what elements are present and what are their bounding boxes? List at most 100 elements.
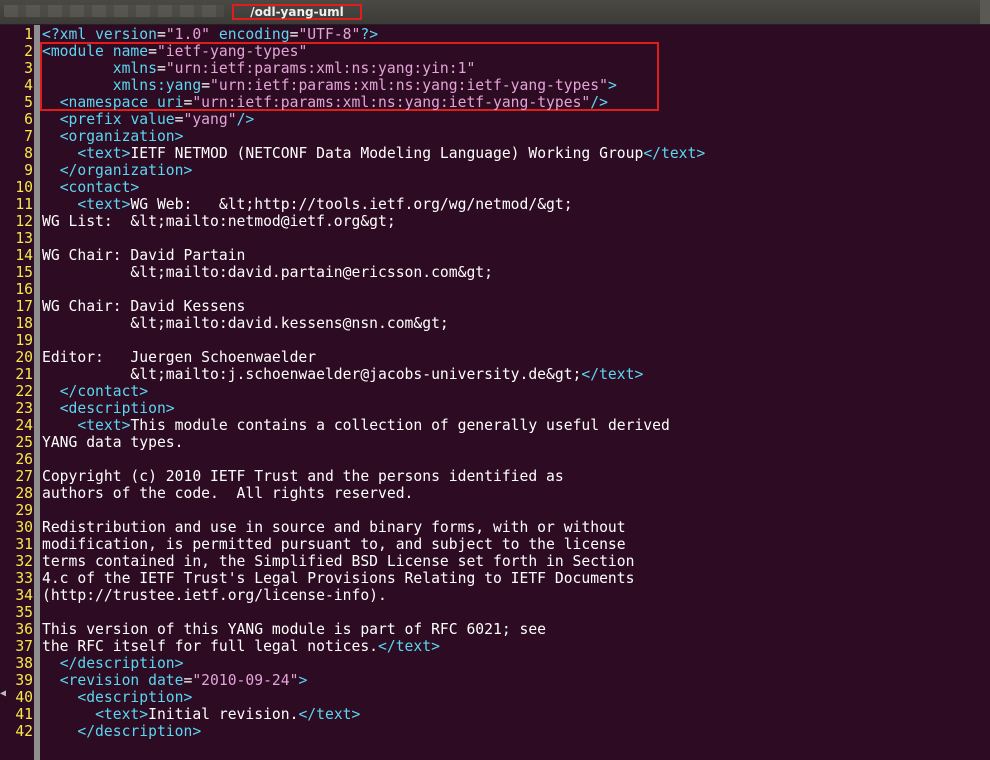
token-txt: This version of this YANG module is part… (42, 621, 547, 638)
token-pi: ?> (360, 26, 379, 43)
code-line[interactable]: 18 &lt;mailto:david.kessens@nsn.com&gt; (0, 315, 990, 332)
code-line[interactable]: 11 <text>WG Web: &lt;http://tools.ietf.o… (0, 196, 990, 213)
code-text: <module name="ietf-yang-types" (42, 43, 307, 60)
code-line[interactable]: 6 <prefix value="yang"/> (0, 111, 990, 128)
code-line[interactable]: 21 &lt;mailto:j.schoenwaelder@jacobs-uni… (0, 366, 990, 383)
code-line[interactable]: 20 Editor: Juergen Schoenwaelder (0, 349, 990, 366)
line-number: 10 (15, 179, 33, 196)
code-text: <description> (42, 400, 175, 417)
token-attr: xmlns (112, 60, 157, 77)
code-text: Editor: Juergen Schoenwaelder (42, 349, 316, 366)
line-number: 23 (15, 400, 33, 417)
line-number: 29 (15, 502, 33, 519)
code-line[interactable]: 5 <namespace uri="urn:ietf:params:xml:ns… (0, 94, 990, 111)
code-line[interactable]: 32 terms contained in, the Simplified BSD… (0, 553, 990, 570)
code-line[interactable]: 40 <description> (0, 689, 990, 706)
token-tag: /> (236, 111, 255, 128)
code-line[interactable]: 36 This version of this YANG module is pa… (0, 621, 990, 638)
code-line[interactable]: 38 </description> (0, 655, 990, 672)
code-text: </organization> (42, 162, 193, 179)
token-txt: &lt;mailto:j.schoenwaelder@jacobs-univer… (42, 366, 582, 383)
token-txt: = (156, 26, 166, 43)
code-line[interactable]: 28 authors of the code. All rights reserv… (0, 485, 990, 502)
code-line[interactable]: 35 (0, 604, 990, 621)
code-line[interactable]: 24 <text>This module contains a collecti… (0, 417, 990, 434)
code-text: WG Chair: David Partain (42, 247, 245, 264)
window-titlebar: /odl-yang-uml (0, 0, 990, 25)
code-line[interactable]: 7 <organization> (0, 128, 990, 145)
code-line[interactable]: 17 WG Chair: David Kessens (0, 298, 990, 315)
line-number: 30 (15, 519, 33, 536)
code-text: Copyright (c) 2010 IETF Trust and the pe… (42, 468, 564, 485)
line-number: 26 (15, 451, 33, 468)
code-line[interactable]: 14 WG Chair: David Partain (0, 247, 990, 264)
token-tag: <prefix (59, 111, 131, 128)
code-line[interactable]: 26 (0, 451, 990, 468)
token-txt: WG List: &lt;mailto:netmod@ietf.org&gt; (42, 213, 396, 230)
token-txt: &lt;mailto:david.partain@ericsson.com&gt… (42, 264, 493, 281)
token-tag: <text> (77, 417, 131, 434)
code-line[interactable]: 29 (0, 502, 990, 519)
line-number: 22 (15, 383, 33, 400)
code-line[interactable]: 31 modification, is permitted pursuant to… (0, 536, 990, 553)
code-line[interactable]: 19 (0, 332, 990, 349)
code-text: <text>This module contains a collection … (42, 417, 669, 434)
code-text: <description> (42, 689, 192, 706)
line-number: 16 (15, 281, 33, 298)
code-line[interactable]: 13 (0, 230, 990, 247)
line-number: 24 (15, 417, 33, 434)
code-line[interactable]: 37 the RFC itself for full legal notices.… (0, 638, 990, 655)
code-text: modification, is permitted pursuant to, … (42, 536, 626, 553)
token-tag: <organization> (59, 128, 184, 145)
token-txt: authors of the code. All rights reserved… (42, 485, 414, 502)
token-txt: YANG data types. (42, 434, 184, 451)
code-line[interactable]: 30 Redistribution and use in source and b… (0, 519, 990, 536)
code-line[interactable]: 42 </description> (0, 723, 990, 740)
code-line[interactable]: 4 xmlns:yang="urn:ietf:params:xml:ns:yan… (0, 77, 990, 94)
token-tag: <module (42, 43, 113, 60)
token-txt: modification, is permitted pursuant to, … (42, 536, 626, 553)
line-number: 41 (15, 706, 33, 723)
token-attr: date (148, 672, 184, 689)
code-line[interactable]: 2 <module name="ietf-yang-types" (0, 43, 990, 60)
code-text: </contact> (42, 383, 148, 400)
code-line[interactable]: 1 <?xml version="1.0" encoding="UTF-8"?> (0, 26, 990, 43)
code-line[interactable]: 27 Copyright (c) 2010 IETF Trust and the … (0, 468, 990, 485)
token-str: "urn:ietf:params:xml:ns:yang:ietf-yang-t… (192, 94, 591, 111)
line-number: 20 (15, 349, 33, 366)
line-number: 31 (15, 536, 33, 553)
code-line[interactable]: 41 <text>Initial revision.</text> (0, 706, 990, 723)
code-editor[interactable]: 1 <?xml version="1.0" encoding="UTF-8"?> 2… (0, 25, 990, 760)
code-line[interactable]: 12 WG List: &lt;mailto:netmod@ietf.org&gt… (0, 213, 990, 230)
code-line[interactable]: 22 </contact> (0, 383, 990, 400)
line-number: 19 (15, 332, 33, 349)
code-line[interactable]: 8 <text>IETF NETMOD (NETCONF Data Modeli… (0, 145, 990, 162)
code-line[interactable]: 34 (http://trustee.ietf.org/license-info)… (0, 587, 990, 604)
code-text: This version of this YANG module is part… (42, 621, 546, 638)
code-line[interactable]: 10 <contact> (0, 179, 990, 196)
code-line[interactable]: 25 YANG data types. (0, 434, 990, 451)
line-number: 34 (15, 587, 33, 604)
code-line[interactable]: 33 4.c of the IETF Trust's Legal Provisio… (0, 570, 990, 587)
line-number: 27 (15, 468, 33, 485)
token-txt: = (156, 60, 166, 77)
code-line[interactable]: 16 (0, 281, 990, 298)
token-tag: <text> (95, 706, 149, 723)
code-line[interactable]: 9 </organization> (0, 162, 990, 179)
code-text: <revision date="2010-09-24"> (42, 672, 308, 689)
window-title: /odl-yang-uml (232, 4, 362, 20)
code-line[interactable]: 39 <revision date="2010-09-24"> (0, 672, 990, 689)
line-number: 1 (24, 26, 33, 43)
side-arrow-icon: ◀ (0, 688, 7, 699)
code-text: xmlns:yang="urn:ietf:params:xml:ns:yang:… (42, 77, 617, 94)
code-text: authors of the code. All rights reserved… (42, 485, 413, 502)
code-line[interactable]: 23 <description> (0, 400, 990, 417)
line-number: 4 (24, 77, 33, 94)
code-line[interactable]: 15 &lt;mailto:david.partain@ericsson.com… (0, 264, 990, 281)
code-line[interactable]: 3 xmlns="urn:ietf:params:xml:ns:yang:yin… (0, 60, 990, 77)
